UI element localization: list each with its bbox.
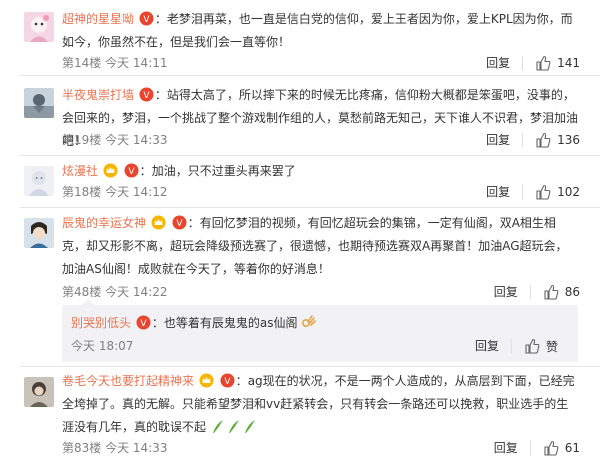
- red-v-badge-icon: V: [172, 215, 187, 230]
- like-button[interactable]: 86: [543, 284, 580, 300]
- comment-username[interactable]: 半夜鬼崇打墙: [62, 88, 134, 102]
- comment-text: 卷毛今天也要打起精神来 V ：ag现在的状况，不是一两个人造成的，从高层到下面，已…: [62, 370, 578, 442]
- sub-reply-time: 今天 18:07: [71, 339, 134, 353]
- comment-time: 第14楼 今天 14:11: [62, 56, 168, 70]
- avatar[interactable]: [24, 166, 54, 196]
- reply-button[interactable]: 回复: [486, 130, 510, 150]
- thumbs-up-icon: [536, 55, 551, 71]
- comment-item: 炫漫社 V ：加油，只不过重头再来罢了 第18楼 今天 14:12 回复 102: [0, 156, 600, 208]
- svg-text:V: V: [140, 319, 147, 329]
- reply-box-arrow: [82, 299, 94, 305]
- svg-text:V: V: [143, 91, 150, 101]
- red-v-badge-icon: V: [124, 163, 139, 178]
- red-v-badge-icon: V: [139, 87, 154, 102]
- sub-reply-meta: 今天 18:07 回复 赞: [71, 336, 558, 356]
- reply-button[interactable]: 回复: [494, 282, 518, 302]
- like-button[interactable]: 136: [535, 132, 580, 148]
- svg-text:V: V: [176, 219, 183, 229]
- comment-body: 加油，只不过重头再来罢了: [151, 164, 296, 178]
- comment-meta: 第83楼 今天 14:33 回复 61: [62, 438, 580, 458]
- like-count: 61: [564, 441, 580, 455]
- divider: [522, 56, 524, 70]
- comment-meta: 第48楼 今天 14:22 回复 86: [62, 282, 580, 302]
- reply-button[interactable]: 回复: [494, 438, 518, 458]
- comment-username[interactable]: 卷毛今天也要打起精神来: [62, 374, 194, 388]
- comment-actions: 回复 136: [486, 130, 580, 150]
- avatar[interactable]: [24, 88, 54, 118]
- like-label: 赞: [545, 339, 558, 354]
- ok-hand-emoji-icon: [301, 314, 317, 335]
- red-v-badge-icon: V: [139, 11, 154, 26]
- comment-actions: 回复 61: [494, 438, 580, 458]
- thumbs-up-icon: [536, 132, 551, 148]
- comment-username[interactable]: 辰鬼的幸运女神: [62, 216, 146, 230]
- avatar[interactable]: [24, 12, 54, 42]
- comment-meta: 第14楼 今天 14:11 回复 141: [62, 53, 580, 73]
- sub-reply-body: 也等着有辰鬼鬼的as仙阁: [163, 316, 298, 330]
- comment-text: 炫漫社 V ：加油，只不过重头再来罢了: [62, 163, 296, 178]
- sub-reply-box: 别哭别低头 V ：也等着有辰鬼鬼的as仙阁 今天 18:07 回复 赞: [62, 299, 578, 362]
- comment-item: 半夜鬼崇打墙 V ：站得太高了，所以摔下来的时候无比疼痛，信仰粉大概都是笨蛋吧，没…: [0, 76, 600, 156]
- divider: [522, 185, 524, 199]
- divider: [522, 133, 524, 147]
- comment-time: 第19楼 今天 14:33: [62, 133, 168, 147]
- divider: [510, 339, 512, 353]
- reply-button[interactable]: 回复: [486, 182, 510, 202]
- vip-crown-badge-icon: [103, 163, 118, 178]
- comment-time: 第18楼 今天 14:12: [62, 185, 168, 199]
- divider: [529, 441, 531, 455]
- vip-crown-badge-icon: [151, 215, 166, 230]
- comment-text: 超神的星星呦 V ：老梦泪再菜，也一直是信白党的信仰，爱上王者因为你，爱上KPL因…: [62, 11, 573, 49]
- comment-username[interactable]: 超神的星星呦: [62, 12, 134, 26]
- like-count: 136: [557, 133, 580, 147]
- svg-text:V: V: [224, 377, 231, 387]
- svg-text:V: V: [128, 167, 135, 177]
- thumbs-up-icon: [525, 338, 540, 354]
- thumbs-up-icon: [536, 184, 551, 200]
- sub-reply-username[interactable]: 别哭别低头: [71, 316, 131, 330]
- comment-actions: 回复 102: [486, 182, 580, 202]
- reply-button[interactable]: 回复: [475, 336, 499, 356]
- avatar[interactable]: [24, 218, 54, 248]
- comment-item: 超神的星星呦 V ：老梦泪再菜，也一直是信白党的信仰，爱上王者因为你，爱上KPL因…: [0, 0, 600, 76]
- avatar[interactable]: [24, 377, 54, 407]
- comment-text: 辰鬼的幸运女神 V ：有回忆梦泪的视频，有回忆超玩会的集锦，一定有仙阁，双A相生相…: [62, 215, 568, 276]
- like-count: 141: [557, 56, 580, 70]
- comment-item: 卷毛今天也要打起精神来 V ：ag现在的状况，不是一两个人造成的，从高层到下面，已…: [0, 367, 600, 463]
- reply-button[interactable]: 回复: [486, 53, 510, 73]
- thumbs-up-icon: [544, 284, 559, 300]
- comment-meta: 第19楼 今天 14:33 回复 136: [62, 130, 580, 150]
- comment-meta: 第18楼 今天 14:12 回复 102: [62, 182, 580, 202]
- comment-username[interactable]: 炫漫社: [62, 164, 98, 178]
- divider: [529, 285, 531, 299]
- like-button[interactable]: 141: [535, 55, 580, 71]
- thumbs-up-icon: [544, 440, 559, 456]
- like-button[interactable]: 61: [543, 440, 580, 456]
- red-v-badge-icon: V: [220, 373, 235, 388]
- svg-text:V: V: [143, 15, 150, 25]
- comment-time: 第83楼 今天 14:33: [62, 441, 168, 455]
- comment-actions: 回复 141: [486, 53, 580, 73]
- comment-actions: 回复 86: [494, 282, 580, 302]
- comment-time: 第48楼 今天 14:22: [62, 285, 168, 299]
- like-button[interactable]: 102: [535, 184, 580, 200]
- sub-reply-actions: 回复 赞: [475, 336, 558, 356]
- like-count: 102: [557, 185, 580, 199]
- like-count: 86: [564, 285, 580, 299]
- vip-crown-badge-icon: [199, 373, 214, 388]
- sub-reply-text: 别哭别低头 V ：也等着有辰鬼鬼的as仙阁: [71, 314, 317, 335]
- like-button[interactable]: 赞: [524, 338, 558, 355]
- red-v-badge-icon: V: [136, 315, 151, 330]
